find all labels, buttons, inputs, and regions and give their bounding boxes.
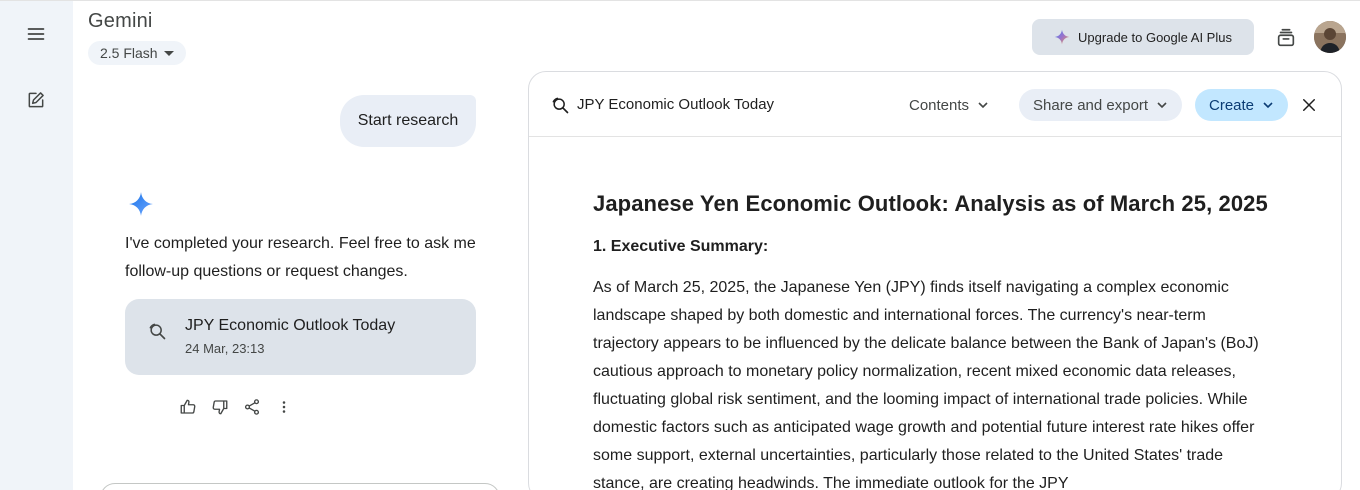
- sparkle-icon: [1054, 29, 1070, 45]
- upgrade-button[interactable]: Upgrade to Google AI Plus: [1032, 19, 1254, 55]
- create-label: Create: [1209, 96, 1255, 114]
- share-export-label: Share and export: [1033, 96, 1149, 114]
- more-options-button[interactable]: [272, 396, 296, 418]
- more-vert-icon: [282, 401, 286, 413]
- share-button[interactable]: [240, 396, 264, 418]
- thumbs-down-button[interactable]: [208, 396, 232, 418]
- document-body: Japanese Yen Economic Outlook: Analysis …: [593, 191, 1273, 490]
- gemini-spark-icon: [129, 192, 153, 216]
- document-heading: Japanese Yen Economic Outlook: Analysis …: [593, 191, 1268, 216]
- document-title: JPY Economic Outlook Today: [577, 96, 775, 113]
- top-border: [0, 0, 1360, 1]
- assistant-reply: I've completed your research. Feel free …: [125, 235, 476, 280]
- chevron-down-icon: [1263, 102, 1273, 109]
- close-button[interactable]: [1297, 93, 1321, 117]
- menu-button[interactable]: [20, 18, 52, 50]
- history-icon: [1277, 28, 1295, 47]
- prompt-input[interactable]: [100, 483, 500, 490]
- model-label: 2.5 Flash: [100, 45, 158, 61]
- avatar-photo: [1314, 21, 1346, 53]
- app-title: Gemini: [88, 10, 153, 32]
- section-heading: 1. Executive Summary:: [593, 238, 769, 255]
- avatar[interactable]: [1314, 21, 1346, 53]
- thumbs-down-icon: [212, 400, 228, 415]
- caret-down-icon: [163, 50, 174, 56]
- research-search-icon: [149, 323, 166, 340]
- chevron-down-icon: [978, 102, 988, 109]
- chevron-down-icon: [1157, 102, 1167, 109]
- thumbs-up-icon: [180, 399, 196, 414]
- document-panel: JPY Economic Outlook Today Contents Shar…: [528, 71, 1342, 490]
- research-card-date: 24 Mar, 23:13: [185, 341, 265, 356]
- document-paragraph: As of March 25, 2025, the Japanese Yen (…: [593, 279, 1259, 490]
- history-button[interactable]: [1272, 24, 1300, 52]
- share-icon: [244, 399, 260, 415]
- close-icon: [1303, 99, 1315, 111]
- upgrade-label: Upgrade to Google AI Plus: [1078, 29, 1232, 45]
- side-rail: [0, 1, 73, 490]
- document-toolbar: JPY Economic Outlook Today Contents Shar…: [529, 72, 1341, 137]
- share-export-button[interactable]: Share and export: [1019, 89, 1183, 121]
- message-actions: [176, 396, 296, 418]
- edit-icon: [28, 92, 44, 108]
- thumbs-up-button[interactable]: [176, 396, 200, 418]
- user-message: Start research: [340, 95, 476, 147]
- contents-label: Contents: [909, 96, 970, 114]
- research-card-title: JPY Economic Outlook Today: [185, 317, 396, 334]
- research-card[interactable]: JPY Economic Outlook Today 24 Mar, 23:13: [125, 299, 476, 375]
- research-search-icon: [552, 97, 569, 114]
- create-button[interactable]: Create: [1195, 89, 1289, 121]
- menu-icon: [27, 28, 45, 40]
- model-selector[interactable]: 2.5 Flash: [88, 41, 186, 65]
- contents-button[interactable]: Contents: [895, 89, 1003, 121]
- new-chat-button[interactable]: [20, 84, 52, 116]
